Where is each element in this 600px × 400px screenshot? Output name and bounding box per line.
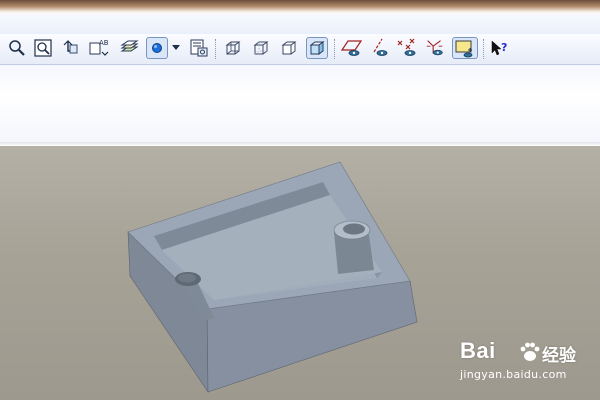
dropdown-arrow-icon[interactable] bbox=[170, 37, 182, 59]
baidu-watermark: Bai 经验 jingyan.baidu.com bbox=[460, 338, 580, 386]
wireframe-icon[interactable] bbox=[222, 37, 244, 59]
zoom-in-icon[interactable] bbox=[6, 37, 28, 59]
zoom-fit-icon[interactable] bbox=[32, 37, 54, 59]
datum-axes-icon[interactable] bbox=[368, 37, 390, 59]
menu-band bbox=[0, 14, 600, 35]
context-help-icon[interactable]: ? bbox=[488, 37, 510, 59]
hidden-line-icon[interactable] bbox=[250, 37, 272, 59]
datum-points-icon[interactable] bbox=[396, 37, 418, 59]
toolbar-separator bbox=[215, 39, 216, 59]
spin-center-icon[interactable] bbox=[452, 37, 478, 59]
watermark-brand-cn: 经验 bbox=[542, 346, 576, 366]
datum-planes-icon[interactable] bbox=[340, 37, 362, 59]
coordinate-systems-icon[interactable] bbox=[424, 37, 446, 59]
toolbar-separator bbox=[334, 39, 335, 59]
watermark-url: jingyan.baidu.com bbox=[460, 368, 567, 381]
window-top-strip bbox=[0, 0, 600, 14]
shading-icon[interactable] bbox=[306, 37, 328, 59]
paw-icon bbox=[518, 340, 542, 368]
command-panel bbox=[0, 65, 600, 142]
main-toolbar: AB ? bbox=[0, 34, 600, 65]
graphics-window[interactable]: Bai 经验 jingyan.baidu.com bbox=[0, 146, 600, 400]
refit-named-view-icon[interactable]: AB bbox=[88, 37, 110, 59]
watermark-brand: Bai bbox=[460, 338, 496, 363]
refit-label: AB bbox=[99, 39, 109, 47]
svg-text:?: ? bbox=[501, 41, 507, 54]
reorient-icon[interactable] bbox=[60, 37, 82, 59]
layers-icon[interactable] bbox=[118, 37, 140, 59]
no-hidden-icon[interactable] bbox=[278, 37, 300, 59]
model-tree-icon[interactable] bbox=[188, 37, 210, 59]
display-style-icon[interactable] bbox=[146, 37, 168, 59]
toolbar-separator bbox=[483, 39, 484, 59]
